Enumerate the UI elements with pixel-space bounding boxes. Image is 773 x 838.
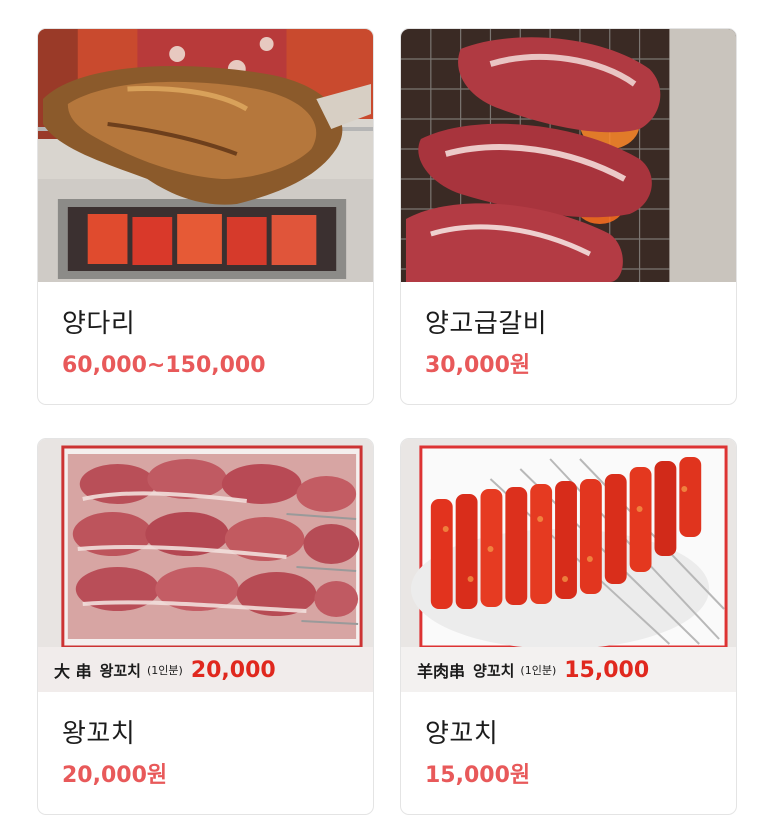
- king-skewer-sign: 大 串 왕꼬치 (1인분) 20,000: [38, 648, 373, 692]
- menu-card-lamb-skewer[interactable]: 羊肉串 양꼬치 (1인분) 15,000 양꼬치 15,000원: [400, 438, 737, 815]
- sign-korean: 왕꼬치: [99, 661, 141, 680]
- lamb-skewer-photo: 羊肉串 양꼬치 (1인분) 15,000: [401, 439, 736, 692]
- item-price: 30,000원: [425, 353, 531, 378]
- king-skewer-info: 왕꼬치 20,000원: [38, 692, 373, 790]
- king-skewer-photo: 大 串 왕꼬치 (1인분) 20,000: [38, 439, 373, 692]
- lamb-ribs-info: 양고급갈비 30,000원: [401, 282, 736, 380]
- item-price: 60,000~150,000: [62, 353, 266, 378]
- lamb-leg-photo: [38, 29, 373, 282]
- lamb-skewer-sign: 羊肉串 양꼬치 (1인분) 15,000: [401, 648, 736, 692]
- sign-price: 15,000: [564, 657, 650, 683]
- sign-price: 20,000: [190, 657, 276, 683]
- lamb-ribs-photo: [401, 29, 736, 282]
- item-name: 양꼬치: [425, 719, 499, 749]
- lamb-leg-info: 양다리 60,000~150,000: [38, 282, 373, 380]
- menu-grid: 양다리 60,000~150,000 양고급갈비 30,000원 大 串 왕꼬치…: [37, 28, 737, 815]
- menu-card-lamb-leg[interactable]: 양다리 60,000~150,000: [37, 28, 374, 405]
- item-name: 양고급갈비: [425, 309, 548, 339]
- menu-card-premium-lamb-ribs[interactable]: 양고급갈비 30,000원: [400, 28, 737, 405]
- item-name: 양다리: [62, 309, 136, 339]
- sign-hanja: 大 串: [54, 662, 92, 681]
- menu-card-king-skewer[interactable]: 大 串 왕꼬치 (1인분) 20,000 왕꼬치 20,000원: [37, 438, 374, 815]
- sign-korean: 양꼬치: [473, 661, 515, 680]
- item-name: 왕꼬치: [62, 719, 136, 749]
- sign-serving: (1인분): [146, 664, 183, 677]
- lamb-skewer-info: 양꼬치 15,000원: [401, 692, 736, 790]
- item-price: 15,000원: [425, 763, 531, 788]
- item-price: 20,000원: [62, 763, 168, 788]
- sign-hanja: 羊肉串: [417, 662, 466, 681]
- sign-serving: (1인분): [520, 664, 557, 677]
